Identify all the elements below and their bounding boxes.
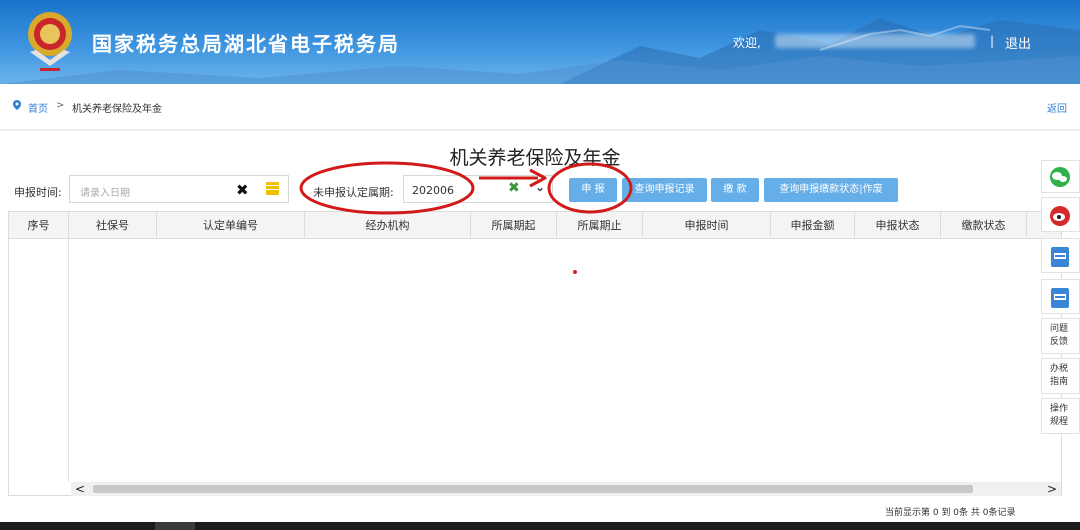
column-header: 序号 [9, 212, 69, 239]
location-pin-icon [13, 100, 21, 110]
feedback-link[interactable]: 问题反馈 [1041, 318, 1080, 354]
tax-guide-label: 办税指南 [1050, 364, 1069, 387]
weibo-icon [1050, 206, 1070, 226]
app-icon [1051, 247, 1069, 267]
column-header: 申报状态 [855, 212, 941, 239]
horizontal-scrollbar[interactable]: < > [71, 482, 1061, 496]
site-header: 国家税务总局湖北省电子税务局 欢迎, | 退出 [0, 0, 1080, 84]
pay-button[interactable]: 缴 款 [711, 178, 759, 202]
chevron-down-icon[interactable]: ⌄ [535, 180, 545, 194]
back-link[interactable]: 返回 [1047, 100, 1067, 115]
tax-emblem-icon [28, 12, 72, 71]
breadcrumb-separator: > [56, 100, 65, 111]
scroll-right-icon[interactable]: > [1047, 482, 1057, 496]
period-select[interactable]: 202006 ✖ ⌄ [403, 175, 553, 203]
header-separator: | [990, 34, 995, 48]
date-placeholder: 请录入日期 [80, 188, 130, 199]
query-status-button[interactable]: 查询申报缴款状态|作废 [764, 178, 898, 202]
scroll-left-icon[interactable]: < [75, 482, 85, 496]
column-header: 缴款状态 [941, 212, 1027, 239]
weibo-share[interactable] [1041, 197, 1080, 232]
breadcrumb-current: 机关养老保险及年金 [72, 104, 162, 115]
column-header: 经办机构 [305, 212, 471, 239]
period-value: 202006 [412, 184, 454, 197]
pagination-status: 当前显示第 0 到 0条 共 0条记录 [885, 508, 1016, 518]
query-records-button[interactable]: 查询申报记录 [622, 178, 707, 202]
column-header: 认定单编号 [157, 212, 305, 239]
feedback-label: 问题反馈 [1050, 324, 1069, 347]
breadcrumb-home-link[interactable]: 首页 [28, 100, 48, 115]
wechat-icon [1050, 167, 1070, 187]
app-download-1[interactable] [1041, 238, 1080, 273]
app-download-2[interactable] [1041, 279, 1080, 314]
tax-guide-link[interactable]: 办税指南 [1041, 358, 1080, 394]
declare-button[interactable]: 申 报 [569, 178, 617, 202]
clear-date-icon[interactable]: ✖ [236, 181, 249, 199]
operation-guide-link[interactable]: 操作规程 [1041, 398, 1080, 434]
column-header: 所属期起 [471, 212, 557, 239]
clear-period-icon[interactable]: ✖ [508, 180, 520, 196]
logout-link[interactable]: 退出 [1005, 33, 1031, 52]
records-table: 序号 社保号 认定单编号 经办机构 所属期起 所属期止 申报时间 申报金额 申报… [8, 211, 1062, 496]
column-header: 申报金额 [771, 212, 855, 239]
operation-guide-label: 操作规程 [1050, 404, 1069, 427]
date-input[interactable]: 请录入日期 ✖ [69, 175, 289, 203]
breadcrumb: 首页 > 机关养老保险及年金 返回 [0, 84, 1080, 130]
date-label: 申报时间: [14, 186, 62, 199]
column-header: 申报时间 [643, 212, 771, 239]
red-dot-mark [573, 270, 577, 274]
taskbar [0, 522, 1080, 530]
wechat-share[interactable] [1041, 160, 1080, 193]
scrollbar-thumb[interactable] [93, 485, 973, 493]
column-header: 社保号 [69, 212, 157, 239]
sequence-column [9, 239, 69, 482]
main-content: 机关养老保险及年金 申报时间: 请录入日期 ✖ 未申报认定属期: 202006 … [0, 131, 1080, 530]
username-redacted [775, 34, 975, 48]
calendar-icon[interactable] [266, 182, 279, 195]
app-icon [1051, 288, 1069, 308]
table-header: 序号 社保号 认定单编号 经办机构 所属期起 所属期止 申报时间 申报金额 申报… [9, 212, 1061, 239]
page-title: 机关养老保险及年金 [449, 147, 621, 169]
taskbar-highlight [155, 522, 195, 530]
column-header: 所属期止 [557, 212, 643, 239]
period-label: 未申报认定属期: [313, 186, 394, 199]
welcome-text: 欢迎, [733, 36, 761, 50]
site-title: 国家税务总局湖北省电子税务局 [92, 32, 400, 56]
